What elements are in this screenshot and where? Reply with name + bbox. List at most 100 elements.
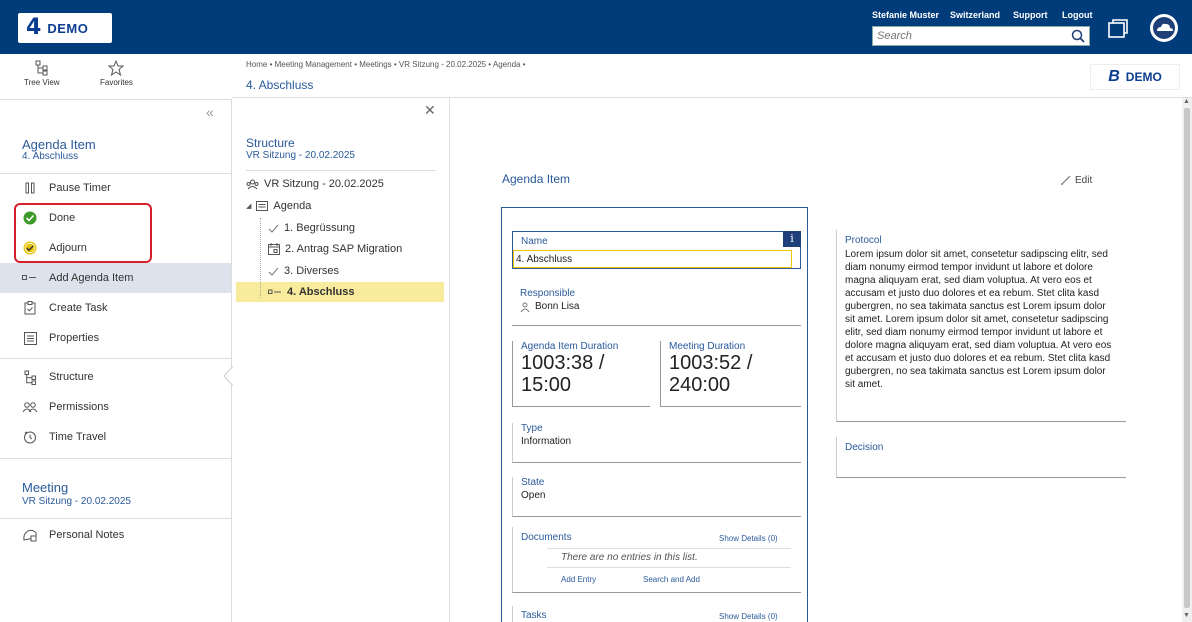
support-link[interactable]: Support (1013, 10, 1048, 20)
responsible-label: Responsible (520, 288, 576, 299)
responsible-field: Responsible Bonn Lisa (512, 288, 801, 326)
app-logo[interactable]: 4 DEMO (18, 13, 112, 43)
logo-text: DEMO (47, 20, 89, 36)
sidebar-item-label: Time Travel (49, 431, 107, 443)
sidebar-item-permissions[interactable]: Permissions (0, 392, 231, 422)
check-icon (268, 267, 279, 276)
add-entry-link[interactable]: Add Entry (561, 575, 596, 584)
info-button[interactable]: i (783, 231, 801, 247)
close-icon[interactable]: ✕ (424, 102, 436, 119)
documents-field: Documents Show Details (0) There are no … (512, 527, 801, 593)
sidebar-item-add-agenda-item[interactable]: Add Agenda Item (0, 263, 231, 293)
tasks-show-details[interactable]: Show Details (0) (719, 612, 778, 621)
documents-show-details[interactable]: Show Details (0) (719, 534, 778, 543)
sidebar-item-pause-timer[interactable]: Pause Timer (0, 173, 231, 203)
tree-node-label: 2. Antrag SAP Migration (285, 243, 403, 255)
clipboard-icon (22, 300, 38, 316)
structure-title: Structure (246, 136, 295, 150)
sidebar-item-structure[interactable]: Structure (0, 362, 231, 392)
tasks-label: Tasks (521, 610, 547, 621)
meeting-duration-label: Meeting Duration (669, 341, 746, 352)
top-bar: 4 DEMO Stefanie Muster Switzerland Suppo… (0, 0, 1192, 54)
sidebar-item-label: Create Task (49, 302, 108, 314)
windows-icon[interactable] (1107, 18, 1129, 40)
cloud-user-icon[interactable] (1148, 12, 1180, 44)
sidebar-item-label: Permissions (49, 401, 109, 413)
tree-node-item-1[interactable]: 1. Begrüssung (268, 222, 355, 234)
structure-icon (22, 369, 38, 385)
state-field: State Open (512, 477, 801, 517)
structure-sub: VR Sitzung - 20.02.2025 (246, 150, 355, 161)
state-label: State (521, 477, 545, 488)
highlight-annotation (14, 203, 152, 263)
expand-icon[interactable]: ◢ (246, 202, 251, 210)
decision-field: Decision (836, 437, 1126, 478)
breadcrumb[interactable]: Home • Meeting Management • Meetings • V… (246, 60, 526, 69)
search-icon[interactable] (1071, 29, 1085, 43)
tree-node-item-3[interactable]: 3. Diverses (268, 265, 339, 277)
edit-label: Edit (1075, 174, 1093, 186)
tree-guide (260, 218, 261, 298)
protocol-field: Protocol Lorem ipsum dolor sit amet, con… (836, 230, 1126, 422)
agenda-item-form: Name i Responsible Bonn Lisa Agenda Item… (501, 207, 808, 622)
agenda-duration-total: 15:00 (521, 374, 572, 396)
tree-view-label: Tree View (24, 78, 60, 87)
user-name[interactable]: Stefanie Muster (872, 10, 939, 20)
agenda-item-heading: Agenda Item (502, 172, 571, 186)
agenda-item-icon (268, 289, 282, 295)
edit-button[interactable]: Edit (1060, 174, 1092, 186)
name-input[interactable] (513, 250, 792, 268)
scroll-up-icon[interactable]: ▲ (1183, 98, 1190, 105)
collapse-icon[interactable]: « (206, 104, 214, 120)
sidebar-item-label: Properties (49, 332, 100, 344)
check-icon (268, 224, 279, 233)
divider (0, 518, 231, 519)
divider (0, 358, 231, 359)
logout-link[interactable]: Logout (1062, 10, 1093, 20)
calendar-icon (268, 243, 280, 255)
brand-badge-text: DEMO (1125, 70, 1162, 84)
scroll-down-icon[interactable]: ▼ (1183, 612, 1190, 619)
agenda-duration-current: 1003:38 / (521, 352, 605, 374)
responsible-value-row[interactable]: Bonn Lisa (520, 301, 801, 312)
tree-node-label: 3. Diverses (284, 265, 340, 277)
scrollbar-thumb[interactable] (1184, 108, 1190, 608)
type-value: Information (521, 436, 572, 447)
tree-node-meeting[interactable]: VR Sitzung - 20.02.2025 (246, 178, 384, 190)
properties-icon (22, 330, 38, 346)
tree-node-agenda[interactable]: ◢ Agenda (246, 200, 311, 212)
protocol-text: Lorem ipsum dolor sit amet, consetetur s… (845, 249, 1112, 390)
favorites-button[interactable]: Favorites (100, 60, 133, 87)
agenda-duration-label: Agenda Item Duration (521, 341, 619, 352)
search-and-add-link[interactable]: Search and Add (643, 575, 700, 584)
favorites-label: Favorites (100, 78, 133, 87)
sidebar-item-properties[interactable]: Properties (0, 323, 231, 353)
sidebar-meeting-sub: VR Sitzung - 20.02.2025 (22, 496, 131, 507)
meeting-duration-current: 1003:52 / (669, 352, 753, 374)
structure-panel: ✕ Structure VR Sitzung - 20.02.2025 VR S… (232, 98, 450, 622)
tree-node-item-4[interactable]: 4. Abschluss (268, 286, 354, 298)
meeting-duration-total: 240:00 (669, 374, 731, 396)
sidebar-agenda-sub: 4. Abschluss (22, 151, 79, 162)
tree-node-label: VR Sitzung - 20.02.2025 (264, 178, 384, 190)
list-icon (256, 201, 269, 211)
sidebar: « Agenda Item 4. Abschluss Pause Timer D… (0, 100, 233, 622)
sidebar-item-label: Add Agenda Item (49, 272, 134, 284)
search-input[interactable] (873, 27, 1063, 45)
agenda-duration-field: Agenda Item Duration 1003:38 / 15:00 (512, 341, 650, 407)
meeting-icon (246, 179, 259, 190)
tasks-field: Tasks Show Details (0) (512, 606, 801, 622)
sidebar-item-personal-notes[interactable]: Personal Notes (0, 520, 231, 550)
sidebar-item-time-travel[interactable]: Time Travel (0, 422, 231, 452)
tree-node-label: 4. Abschluss (287, 286, 355, 298)
sidebar-item-create-task[interactable]: Create Task (0, 293, 231, 323)
region-link[interactable]: Switzerland (950, 10, 1000, 20)
sidebar-item-label: Personal Notes (49, 529, 125, 541)
tree-node-item-2[interactable]: 2. Antrag SAP Migration (268, 243, 402, 255)
sidebar-meeting-title: Meeting (22, 480, 69, 495)
divider (0, 458, 231, 459)
type-label: Type (521, 423, 543, 434)
name-field: Name i (512, 231, 801, 269)
tree-node-label: 1. Begrüssung (284, 222, 355, 234)
tree-view-button[interactable]: Tree View (24, 60, 60, 87)
